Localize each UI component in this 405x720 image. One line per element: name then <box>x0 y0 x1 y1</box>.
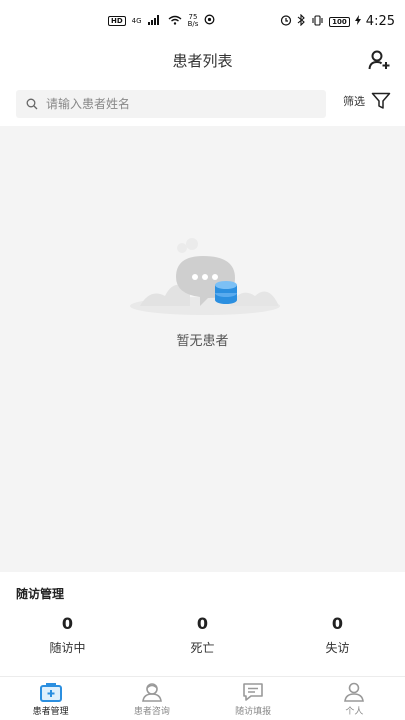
charging-icon <box>354 15 361 28</box>
status-bar-system: 100 4:25 <box>280 13 395 29</box>
tab-label: 患者咨询 <box>133 707 170 717</box>
tab-label: 随访填报 <box>235 707 272 717</box>
search-icon <box>26 98 38 110</box>
page-title: 患者列表 <box>172 52 233 70</box>
net-speed-unit: B/s <box>187 20 199 28</box>
empty-illustration <box>120 226 290 326</box>
stat-value: 0 <box>61 614 74 633</box>
nav-bar: 患者列表 <box>0 44 405 78</box>
follow-up-stats: 随访管理 0 随访中 0 死亡 0 失访 <box>0 572 405 676</box>
stat-label: 随访中 <box>49 641 86 655</box>
empty-state-text: 暂无患者 <box>176 334 229 349</box>
tab-label: 患者管理 <box>32 707 69 717</box>
consult-icon <box>141 683 162 702</box>
search-box[interactable] <box>16 90 326 118</box>
tab-patient-consult[interactable]: 患者咨询 <box>101 677 202 720</box>
network-type: 4G <box>131 16 142 25</box>
stat-label: 死亡 <box>190 641 215 655</box>
patient-list: 暂无患者 <box>0 126 405 572</box>
stat-label: 失访 <box>325 641 350 655</box>
stat-value: 0 <box>331 614 344 633</box>
filter-button[interactable]: 筛选 <box>343 92 391 110</box>
stats-title: 随访管理 <box>16 587 65 601</box>
clock: 4:25 <box>365 14 395 29</box>
hd-badge: HD <box>108 16 126 26</box>
add-user-icon <box>368 50 390 70</box>
bottom-tab-bar: 患者管理 患者咨询 随访填报 个人 <box>0 676 405 720</box>
filter-label: 筛选 <box>343 95 365 108</box>
message-icon <box>243 683 263 701</box>
stat-following[interactable]: 0 随访中 <box>0 614 135 656</box>
tab-personal[interactable]: 个人 <box>304 677 405 720</box>
person-icon <box>344 682 365 702</box>
status-bar: HD 4G 75 B/s 100 4:25 <box>0 0 405 44</box>
swirl-icon <box>204 14 215 28</box>
tab-patient-management[interactable]: 患者管理 <box>0 677 101 720</box>
status-bar-signals: HD 4G 75 B/s <box>108 14 215 28</box>
alarm-icon <box>280 14 292 29</box>
stat-deceased[interactable]: 0 死亡 <box>135 614 270 656</box>
medical-kit-icon <box>39 683 62 702</box>
search-row: 筛选 <box>0 86 405 122</box>
search-input[interactable] <box>46 97 306 111</box>
tab-label: 个人 <box>345 707 364 717</box>
stats-columns: 0 随访中 0 死亡 0 失访 <box>0 614 405 656</box>
stat-lost[interactable]: 0 失访 <box>270 614 405 656</box>
battery-level: 100 <box>329 16 350 27</box>
bluetooth-icon <box>297 13 306 29</box>
tab-follow-up-report[interactable]: 随访填报 <box>203 677 304 720</box>
wifi-icon <box>168 15 182 28</box>
signal-icon <box>147 14 162 28</box>
vibrate-icon <box>311 14 324 29</box>
add-patient-button[interactable] <box>367 48 391 72</box>
filter-icon <box>371 92 391 109</box>
stat-value: 0 <box>196 614 209 633</box>
net-speed: 75 B/s <box>188 14 199 28</box>
